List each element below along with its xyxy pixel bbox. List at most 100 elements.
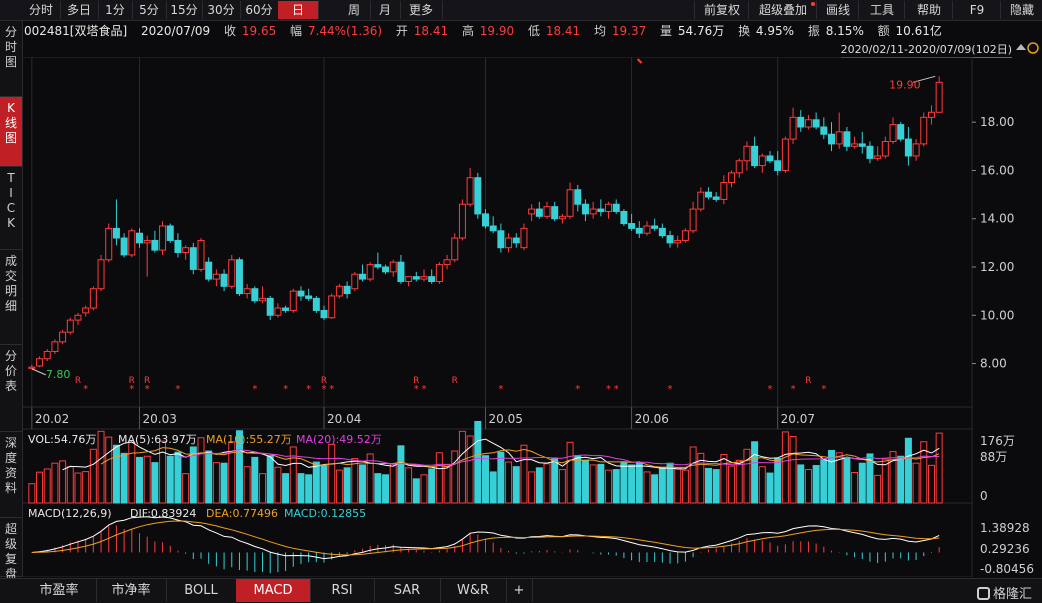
candle-body [520, 227, 528, 249]
volume-bar [97, 430, 105, 504]
indicator-tab-0[interactable]: 市盈率 [22, 579, 97, 602]
period-tab-4[interactable]: 15分 [166, 1, 203, 19]
candle-body [889, 124, 897, 142]
volume-bar [159, 440, 167, 504]
change-value: 7.44%(1.36) [307, 24, 383, 38]
volume-bar [797, 464, 805, 504]
volume-bar [512, 466, 520, 504]
period-tab-9[interactable]: 月 [370, 1, 401, 19]
tool-button-2[interactable]: 画线 [816, 1, 859, 19]
tool-button-5[interactable]: F9 [952, 1, 1001, 19]
vol-ma20-label: MA(20):49.52万 [296, 433, 382, 446]
period-tab-3[interactable]: 5分 [132, 1, 167, 19]
period-tab-5[interactable]: 30分 [202, 1, 241, 19]
candle-body [828, 133, 836, 145]
volume-bar [312, 461, 320, 504]
left-nav-item-2[interactable]: TICK [0, 167, 22, 250]
period-tab-6[interactable]: 60分 [240, 1, 279, 19]
candle-body [666, 235, 674, 244]
left-nav-item-6[interactable]: 超级复盘 [0, 518, 22, 581]
event-marker: * [421, 384, 426, 395]
indicator-tab-6[interactable]: W&R [440, 579, 507, 602]
candle-body [289, 290, 297, 311]
candle-body [182, 247, 190, 254]
amplitude-value: 8.15% [825, 24, 864, 38]
amplitude-label: 振 [807, 24, 820, 38]
volume-bar [420, 474, 428, 504]
volume-bar [927, 464, 935, 504]
candle-body [881, 140, 889, 157]
volume-bar [197, 437, 205, 504]
volume-bar [435, 452, 443, 504]
candle-body [312, 297, 320, 311]
left-nav-item-3[interactable]: 成交明细 [0, 250, 22, 345]
volume-bar [458, 430, 466, 504]
tool-button-0[interactable]: 前复权 [694, 1, 749, 19]
event-marker: * [306, 384, 311, 395]
indicator-tab-1[interactable]: 市净率 [96, 579, 167, 602]
volume-bar [735, 459, 743, 504]
event-marker: R [452, 376, 458, 386]
volume-bar [174, 451, 182, 504]
candle-body [143, 239, 151, 244]
indicator-tab-3[interactable]: MACD [236, 579, 311, 602]
left-nav-item-1[interactable]: K线图 [0, 97, 22, 167]
candle-body [282, 307, 290, 311]
candle-body [927, 111, 935, 118]
volume-bar [335, 469, 343, 504]
volume-bar [251, 456, 259, 504]
macd-dea-label: DEA:0.77496 [206, 507, 278, 520]
event-marker: * [614, 384, 619, 395]
candle-body [51, 341, 59, 352]
candle-body [297, 290, 305, 297]
candle-body [412, 276, 420, 280]
left-nav-item-4[interactable]: 分价表 [0, 345, 22, 432]
period-tab-7[interactable]: 日 [278, 1, 319, 19]
indicator-tab-4[interactable]: RSI [310, 579, 375, 602]
macd-axis-label: -0.80456 [980, 562, 1034, 576]
volume-bar [343, 467, 351, 504]
settings-circle-icon[interactable] [1027, 42, 1039, 54]
volume-bar [528, 471, 536, 504]
candle-body [697, 191, 705, 210]
tool-button-6[interactable]: 隐藏 [1000, 1, 1042, 19]
indicator-tab-2[interactable]: BOLL [166, 579, 237, 602]
tool-button-4[interactable]: 帮助 [904, 1, 953, 19]
volume-bar [405, 467, 413, 504]
indicator-tab-5[interactable]: SAR [374, 579, 441, 602]
kline-chart[interactable]: 8.00 10.00 12.00 14.00 16.00 18.00 20.02 20.03 2… [22, 57, 1042, 577]
period-tab-0[interactable]: 分时 [22, 1, 61, 19]
period-tab-8[interactable]: 周 [338, 1, 371, 19]
volume-bar [305, 474, 313, 504]
event-marker: * [283, 384, 288, 395]
period-tab-10[interactable]: 更多 [400, 1, 443, 19]
volume-bar [166, 455, 174, 504]
period-tab-1[interactable]: 多日 [60, 1, 99, 19]
range-buttons [1014, 40, 1040, 56]
volume-bar [643, 471, 651, 504]
event-marker: * [606, 384, 611, 395]
volume-bar [566, 441, 574, 504]
event-marker: * [791, 384, 796, 395]
period-tab-2[interactable]: 1分 [98, 1, 133, 19]
collapse-up-icon[interactable] [1016, 44, 1026, 50]
left-nav-item-0[interactable]: 分时图 [0, 21, 22, 97]
volume-bar [612, 469, 620, 504]
range-icons [1016, 42, 1039, 54]
macd-axis-label: 0.29236 [980, 542, 1030, 556]
volume-bar [274, 466, 282, 504]
amount-label: 额 [877, 24, 890, 38]
left-nav-item-5[interactable]: 深度资料 [0, 432, 22, 518]
vol-label: VOL:54.76万 [28, 433, 96, 446]
candle-body [851, 143, 859, 147]
candle-body [151, 239, 159, 251]
candle-body [804, 119, 812, 128]
candle-body [512, 237, 520, 244]
tool-button-1[interactable]: 超级叠加 [748, 1, 817, 19]
tool-button-3[interactable]: 工具 [858, 1, 905, 19]
candle-body [366, 264, 374, 280]
date-tick-label: 20.06 [635, 412, 669, 426]
indicator-tab-7[interactable]: + [506, 579, 533, 602]
candle-body [935, 81, 943, 113]
volume-bar [758, 466, 766, 504]
